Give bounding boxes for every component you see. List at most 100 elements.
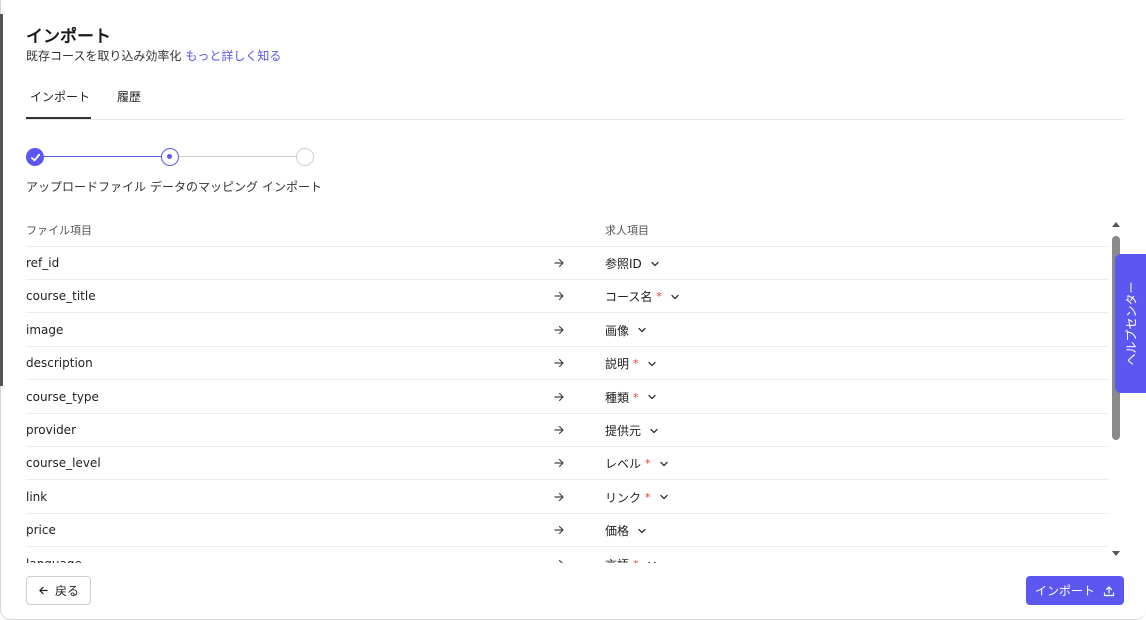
target-field-label: レベル [605, 457, 642, 472]
arrow-right-icon [554, 258, 564, 268]
arrow-right-icon [554, 459, 564, 468]
mapping-row: course_type 種類 * [26, 381, 1109, 414]
target-field-select[interactable]: リンク * [605, 489, 669, 506]
back-button[interactable]: 戻る [26, 576, 91, 605]
arrow-right-icon [554, 425, 564, 435]
upload-icon [1103, 585, 1115, 596]
mapping-row: ref_id 参照ID [26, 247, 1109, 280]
arrow-right-icon [554, 359, 564, 368]
scroll-up-arrow[interactable] [1112, 222, 1120, 227]
active-tab-underline [26, 117, 91, 119]
chevron-down-icon [650, 428, 658, 433]
target-field-label: コース名 [605, 290, 653, 305]
target-field-select[interactable]: コース名 * [605, 288, 680, 305]
target-field-select[interactable]: 説明 * [605, 355, 657, 372]
mapping-table-header: ファイル項目 求人項目 [26, 220, 1109, 247]
file-field-name: price [26, 523, 56, 538]
arrow-right-icon [554, 392, 564, 401]
back-button-label: 戻る [54, 584, 79, 598]
required-marker: * [645, 457, 651, 471]
target-field-label: 言語 [605, 556, 629, 563]
mapping-row: course_level レベル * [26, 447, 1109, 481]
step-label-upload: アップロードファイル [26, 180, 147, 194]
mapping-row: link リンク * [26, 481, 1109, 514]
required-marker: * [633, 390, 639, 404]
step-label-mapping: データのマッピング [150, 180, 259, 194]
chevron-down-icon [647, 361, 656, 366]
stepper-labels: アップロードファイル データのマッピング インポート [26, 178, 326, 195]
learn-more-link[interactable]: もっと詳しく知る [185, 49, 281, 63]
help-center-tab[interactable]: ヘルプセンター [1115, 254, 1146, 393]
left-edge-bar [0, 14, 3, 386]
help-center-label: ヘルプセンター [1124, 281, 1139, 366]
import-button[interactable]: インポート [1026, 576, 1124, 605]
import-button-label: インポート [1034, 584, 1095, 598]
target-field-select[interactable]: 画像 [605, 322, 647, 339]
page-title: インポート [26, 27, 111, 47]
check-icon [30, 153, 40, 161]
mapping-row: language 言語 * [26, 548, 1109, 563]
chevron-down-icon [647, 561, 656, 563]
target-field-select[interactable]: 参照ID [605, 255, 660, 272]
mapping-table-body: ref_id 参照ID course_title コース名 * image 画像 descri… [26, 247, 1109, 563]
file-field-name: course_type [26, 389, 99, 404]
required-marker: * [656, 290, 662, 304]
target-field-label: 画像 [605, 323, 630, 338]
step-upload-complete [26, 148, 44, 166]
mapping-row: provider 提供元 [26, 414, 1109, 447]
tab-bar: インポート 履歴 [26, 84, 1124, 120]
mapping-row: image 画像 [26, 314, 1109, 347]
mapping-row: course_title コース名 * [26, 280, 1109, 314]
tab-import[interactable]: インポート [30, 88, 90, 105]
target-field-select[interactable]: 種類 * [605, 389, 657, 406]
target-field-select[interactable]: レベル * [605, 455, 669, 472]
file-field-name: description [26, 356, 93, 371]
chevron-down-icon [647, 394, 656, 400]
file-field-name: link [26, 489, 48, 504]
file-field-name: course_level [26, 456, 101, 471]
stepper-line-complete [44, 156, 170, 157]
subtitle-text: 既存コースを取り込み効率化 [26, 49, 182, 63]
required-marker: * [645, 490, 651, 504]
file-field-name: course_title [26, 289, 96, 304]
page-subtitle: 既存コースを取り込み効率化 もっと詳しく知る [26, 47, 281, 64]
target-field-label: リンク [605, 490, 642, 505]
column-header-file: ファイル項目 [26, 224, 92, 237]
column-header-job: 求人項目 [605, 224, 649, 237]
target-field-select[interactable]: 提供元 [605, 422, 659, 439]
required-marker: * [633, 357, 639, 371]
chevron-down-icon [671, 294, 679, 300]
chevron-down-icon [638, 528, 646, 533]
step-label-import: インポート [262, 180, 323, 194]
target-field-select[interactable]: 価格 [605, 522, 647, 539]
scroll-down-arrow[interactable] [1112, 551, 1120, 556]
file-field-name: image [26, 322, 64, 337]
tab-history[interactable]: 履歴 [117, 88, 141, 105]
step-import-pending [296, 148, 314, 166]
target-field-label: 参照ID [605, 257, 642, 271]
arrow-right-icon [554, 325, 564, 334]
target-field-label: 種類 [605, 390, 630, 405]
file-field-name: ref_id [26, 256, 60, 270]
stepper-line-pending [179, 156, 297, 157]
target-field-label: 説明 [605, 357, 630, 372]
target-field-label: 提供元 [605, 424, 642, 438]
chevron-down-icon [638, 328, 646, 333]
file-field-name: provider [26, 423, 76, 437]
mapping-row: description 説明 * [26, 347, 1109, 381]
arrow-right-icon [554, 559, 564, 563]
required-marker: * [633, 558, 639, 563]
step-mapping-current [161, 148, 179, 166]
arrow-right-icon [554, 492, 564, 501]
arrow-right-icon [554, 292, 564, 301]
chevron-down-icon [659, 461, 668, 467]
chevron-down-icon [651, 261, 659, 266]
mapping-row: price 価格 [26, 514, 1109, 548]
chevron-down-icon [659, 495, 668, 500]
arrow-right-icon [554, 526, 564, 535]
file-field-name: language [26, 557, 82, 563]
target-field-select[interactable]: 言語 * [605, 556, 657, 563]
import-stepper [26, 147, 326, 167]
arrow-left-icon [39, 586, 48, 595]
target-field-label: 価格 [605, 524, 630, 539]
